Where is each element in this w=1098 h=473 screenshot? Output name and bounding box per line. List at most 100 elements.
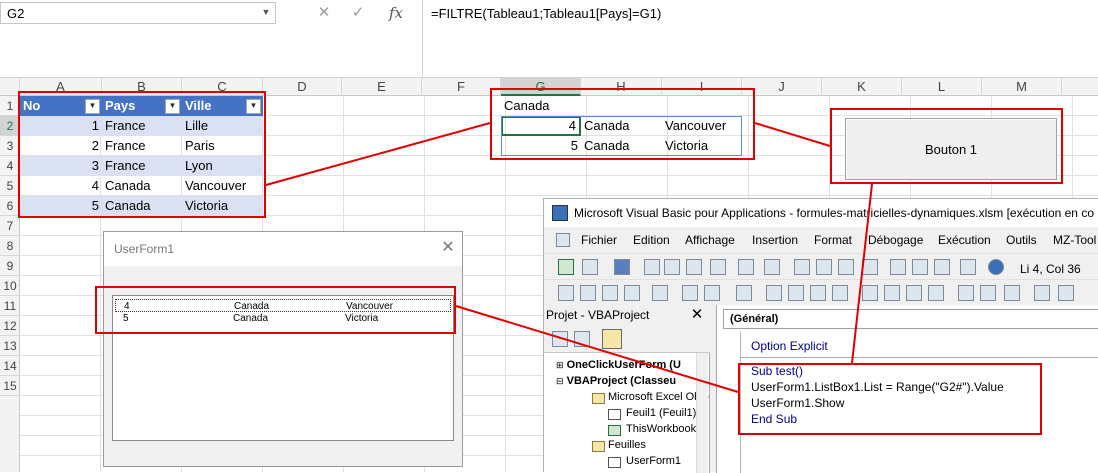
toolbar-icon[interactable] (580, 285, 596, 301)
row-header-13[interactable]: 13 (0, 336, 20, 356)
design-mode-icon[interactable] (862, 259, 878, 275)
menu-outils[interactable]: Outils (1006, 233, 1037, 247)
column-header-e[interactable]: E (342, 78, 422, 96)
tree-item[interactable]: UserForm1 (626, 455, 681, 467)
toolbar-icon[interactable] (624, 285, 640, 301)
toolbar-icon[interactable] (884, 285, 900, 301)
tree-item[interactable]: Feuilles (608, 439, 646, 451)
tree-item[interactable]: ⊞ OneClickUserForm (U (556, 359, 681, 371)
row-header-11[interactable]: 11 (0, 296, 20, 316)
row-header-1[interactable]: 1 (0, 96, 20, 116)
row-header-10[interactable]: 10 (0, 276, 20, 296)
toolbar-icon[interactable] (682, 285, 698, 301)
tree-item[interactable]: Microsoft Excel Obje (608, 391, 709, 403)
toolbar-icon[interactable] (736, 285, 752, 301)
tree-item[interactable]: ThisWorkbook (626, 423, 696, 435)
toggle-folders-icon[interactable] (602, 329, 622, 349)
project-explorer-icon[interactable] (890, 259, 906, 275)
formula-input[interactable]: =FILTRE(Tableau1;Tableau1[Pays]=G1) (422, 0, 1098, 78)
reset-icon[interactable] (838, 259, 854, 275)
callout-box-table (18, 91, 266, 218)
pause-icon[interactable] (816, 259, 832, 275)
toolbar-icon[interactable] (602, 285, 618, 301)
toolbar-icon[interactable] (788, 285, 804, 301)
project-explorer-title: Projet - VBAProject (544, 305, 710, 325)
menu-affichage[interactable]: Affichage (685, 233, 735, 247)
toolbar-icon[interactable] (810, 285, 826, 301)
menu-insertion[interactable]: Insertion (752, 233, 798, 247)
callout-box-listbox (95, 286, 456, 334)
toolbar-icon[interactable] (704, 285, 720, 301)
column-header-k[interactable]: K (822, 78, 902, 96)
close-icon[interactable]: ✕ (438, 238, 458, 258)
toolbar-icon[interactable] (958, 285, 974, 301)
toolbar-icon[interactable] (1058, 285, 1074, 301)
redo-icon[interactable] (764, 259, 780, 275)
insert-function-icon[interactable]: fx (384, 3, 408, 23)
object-combo[interactable]: (Général) (723, 309, 1098, 329)
toolbar-icon[interactable] (1004, 285, 1020, 301)
menu-edition[interactable]: Edition (633, 233, 670, 247)
menu-format[interactable]: Format (814, 233, 852, 247)
toolbox-icon[interactable] (960, 259, 976, 275)
toolbar-icon[interactable] (832, 285, 848, 301)
tree-item[interactable]: Feuil1 (Feuil1) (626, 407, 696, 419)
undo-icon[interactable] (738, 259, 754, 275)
column-header-d[interactable]: D (263, 78, 342, 96)
row-header-3[interactable]: 3 (0, 136, 20, 156)
view-object-icon[interactable] (574, 331, 590, 347)
cursor-position: Li 4, Col 36 (1020, 262, 1081, 276)
toolbar-icon[interactable] (766, 285, 782, 301)
menu-mz-tools[interactable]: MZ-Tool (1053, 233, 1096, 247)
toolbar-icon[interactable] (928, 285, 944, 301)
cut-icon[interactable] (644, 259, 660, 275)
enter-check-icon[interactable]: ✓ (346, 3, 370, 23)
chevron-down-icon[interactable]: ▼ (259, 5, 273, 19)
menu-debogage[interactable]: Débogage (868, 233, 923, 247)
code-line[interactable]: Option Explicit (751, 339, 828, 353)
row-header-12[interactable]: 12 (0, 316, 20, 336)
row-header-15[interactable]: 15 (0, 376, 20, 396)
tree-item[interactable]: ⊟ VBAProject (Classeu (556, 375, 676, 387)
name-box[interactable]: G2 (0, 2, 276, 24)
toolbar-icon[interactable] (652, 285, 668, 301)
excel-view-icon[interactable] (558, 259, 574, 275)
menu-fichier[interactable]: Fichier (581, 233, 617, 247)
row-header-6[interactable]: 6 (0, 196, 20, 216)
view-code-icon[interactable] (552, 331, 568, 347)
run-icon[interactable] (794, 259, 810, 275)
toolbar-icon[interactable] (558, 285, 574, 301)
object-browser-icon[interactable] (934, 259, 950, 275)
scrollbar[interactable] (696, 353, 708, 473)
find-icon[interactable] (710, 259, 726, 275)
row-header-5[interactable]: 5 (0, 176, 20, 196)
properties-icon[interactable] (912, 259, 928, 275)
help-icon[interactable] (988, 259, 1004, 275)
toolbar-icon[interactable] (862, 285, 878, 301)
row-header-9[interactable]: 9 (0, 256, 20, 276)
copy-icon[interactable] (664, 259, 680, 275)
save-icon[interactable] (614, 259, 630, 275)
insert-userform-icon[interactable] (582, 259, 598, 275)
row-header-14[interactable]: 14 (0, 356, 20, 376)
callout-box-code (738, 363, 1042, 435)
toolbar-icon[interactable] (906, 285, 922, 301)
column-header-m[interactable]: M (982, 78, 1062, 96)
close-icon[interactable]: ✕ (688, 306, 706, 324)
menu-execution[interactable]: Exécution (938, 233, 991, 247)
vbe-toolbar-standard: Li 4, Col 36 (544, 253, 1098, 279)
cancel-icon[interactable]: ✕ (312, 3, 336, 23)
row-header-4[interactable]: 4 (0, 156, 20, 176)
row-header-8[interactable]: 8 (0, 236, 20, 256)
column-header-l[interactable]: L (902, 78, 982, 96)
userform-icon (608, 457, 621, 468)
system-menu-icon[interactable] (556, 233, 570, 247)
paste-icon[interactable] (686, 259, 702, 275)
folder-icon (592, 393, 605, 404)
project-explorer: Projet - VBAProject ✕ ⊞ OneClickUserForm… (544, 305, 710, 473)
row-header-7[interactable]: 7 (0, 216, 20, 236)
select-all-corner[interactable] (0, 78, 20, 96)
toolbar-icon[interactable] (980, 285, 996, 301)
row-header-2[interactable]: 2 (0, 116, 20, 136)
toolbar-icon[interactable] (1034, 285, 1050, 301)
